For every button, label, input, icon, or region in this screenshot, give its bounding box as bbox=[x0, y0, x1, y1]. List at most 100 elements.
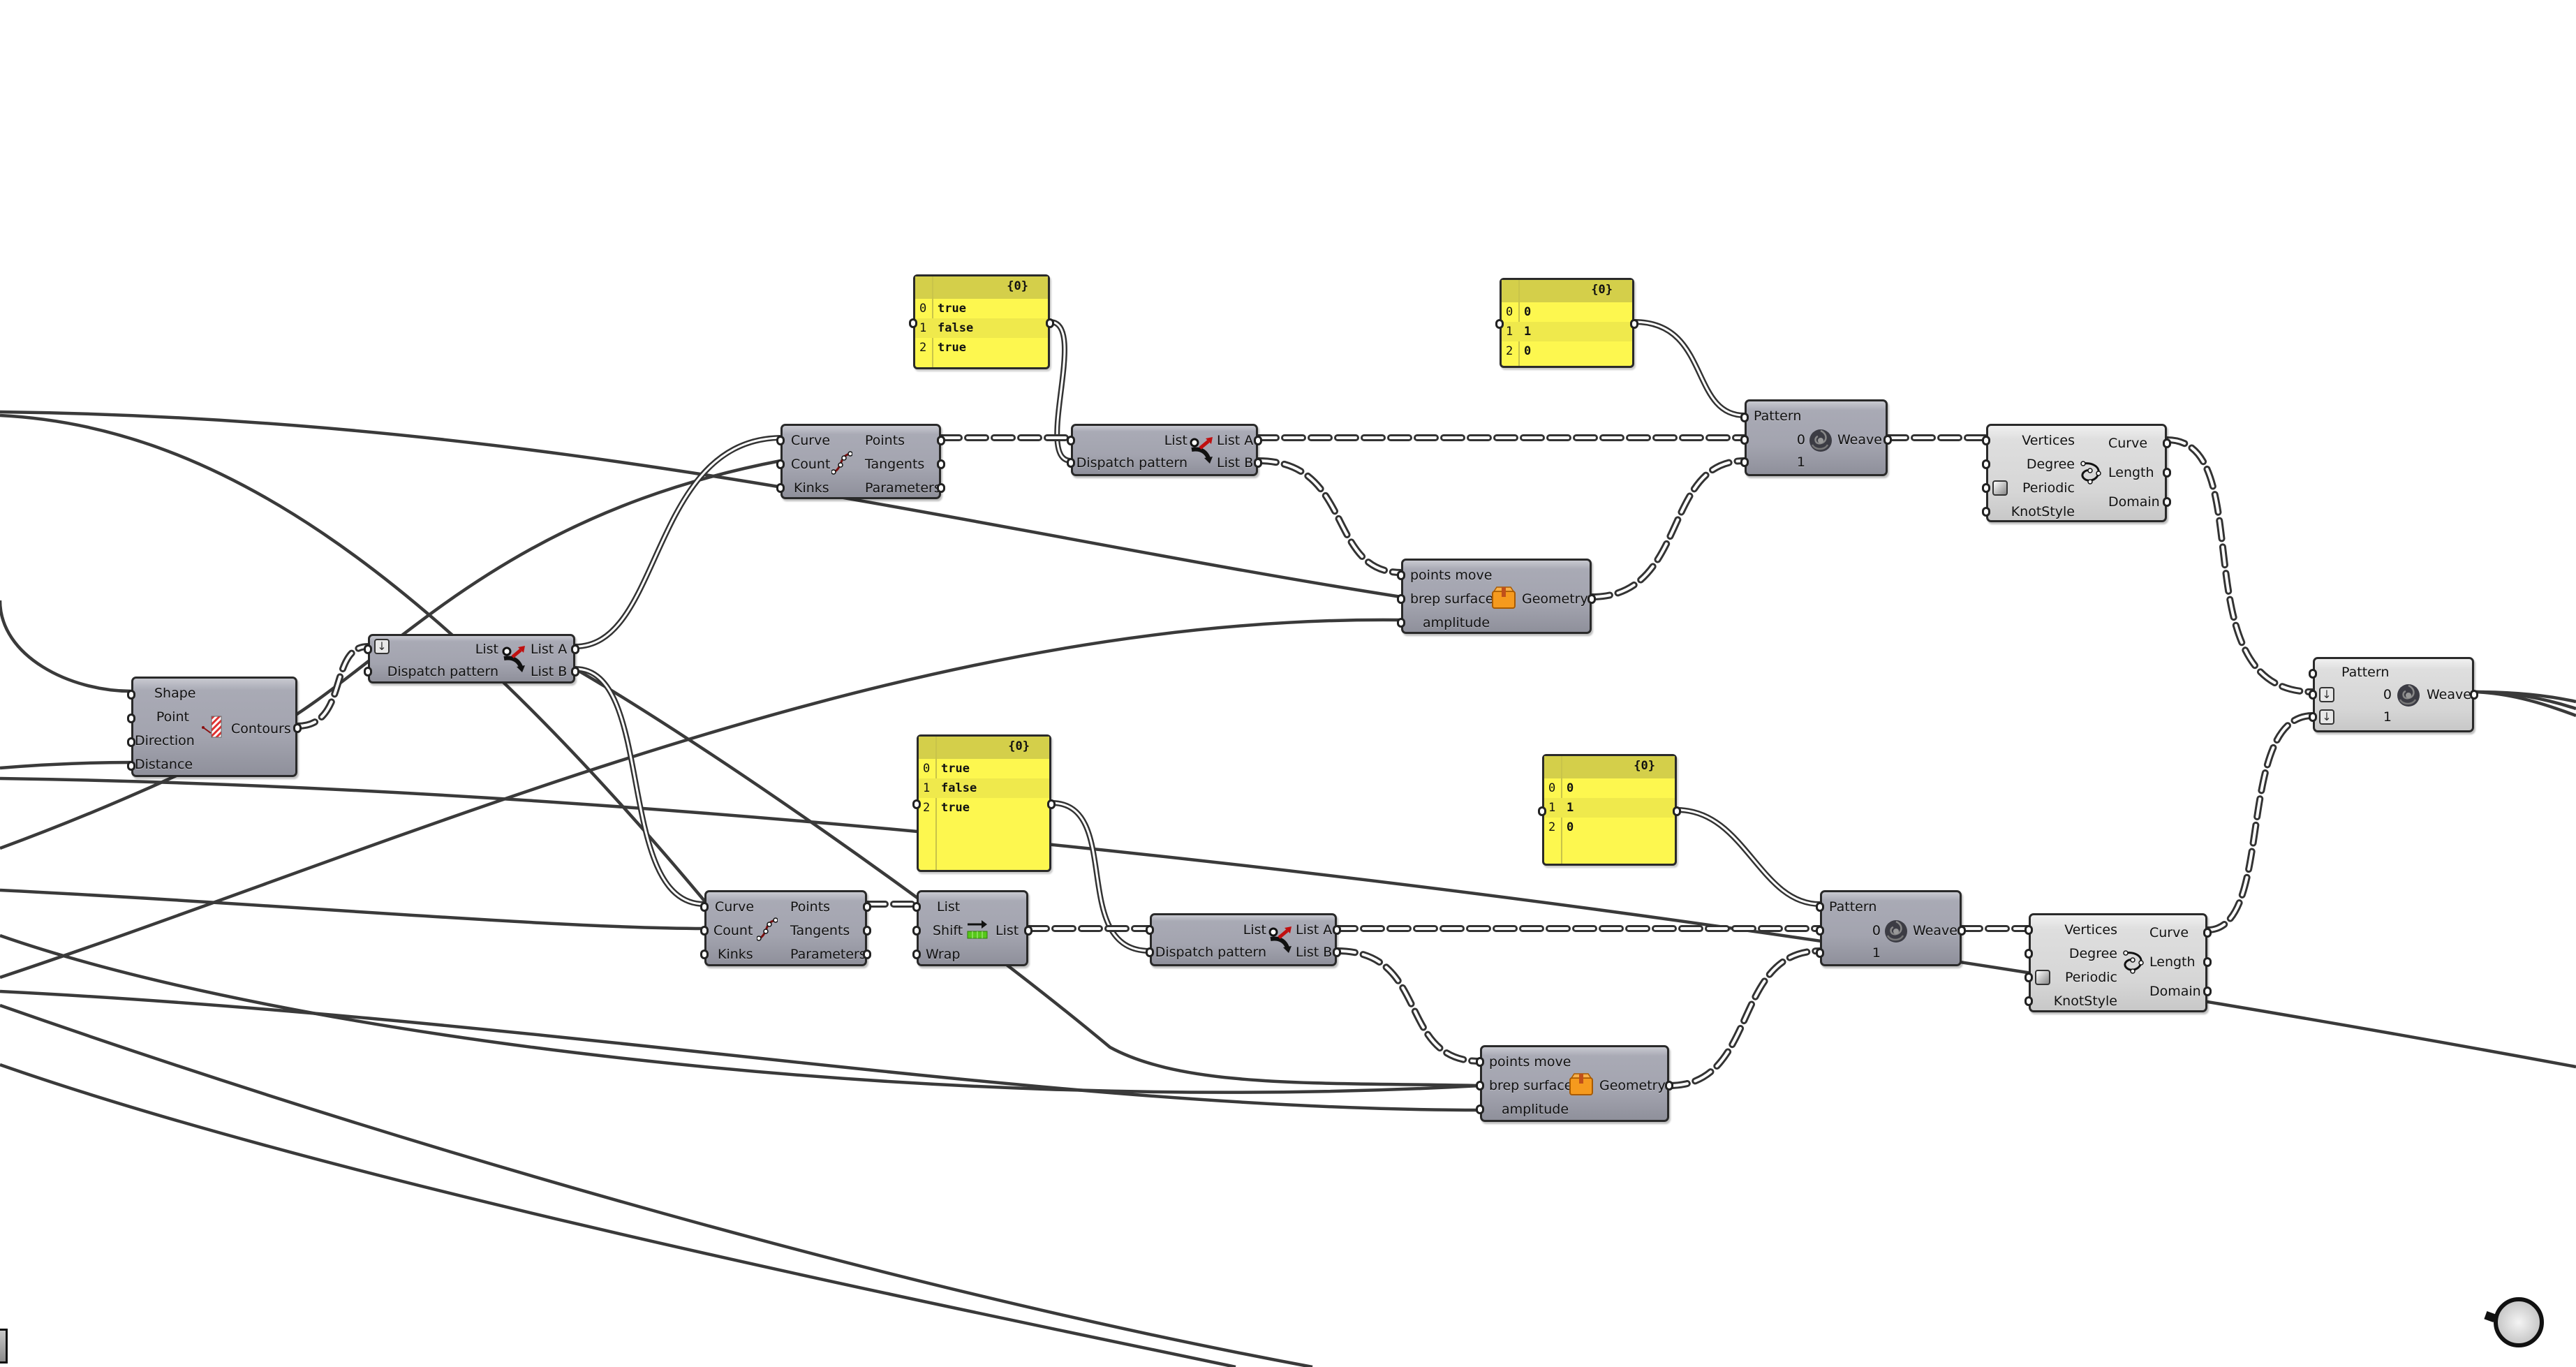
domain-output-port[interactable] bbox=[2203, 987, 2212, 996]
boolean-pattern-panel[interactable]: {0} 0 true 1 false 2 true bbox=[909, 274, 1054, 369]
periodic-input-port[interactable] bbox=[1982, 483, 1990, 493]
panel-output-port[interactable] bbox=[1673, 806, 1681, 816]
curve-output-port[interactable] bbox=[2203, 928, 2212, 938]
pattern-input-port[interactable] bbox=[1067, 458, 1075, 468]
divide-curve-component[interactable]: Curve Count Kinks Points Tangents Parame… bbox=[700, 890, 871, 966]
knotstyle-input-port[interactable] bbox=[2024, 996, 2033, 1006]
parameters-output-port[interactable] bbox=[937, 483, 945, 493]
integer-pattern-panel[interactable]: {0} 00 11 20 bbox=[1538, 754, 1681, 866]
count-input-port[interactable] bbox=[700, 926, 709, 936]
periodic-input-port[interactable] bbox=[2024, 973, 2033, 982]
kinks-input-port[interactable] bbox=[776, 483, 785, 493]
pattern-input-port[interactable] bbox=[364, 667, 372, 677]
panel-input-port[interactable] bbox=[1538, 806, 1546, 816]
points-move-input-port[interactable] bbox=[1476, 1057, 1484, 1067]
grasshopper-canvas[interactable]: Shape Point Direction Distance Contours … bbox=[0, 0, 2576, 1367]
stream-0-input-port[interactable] bbox=[2309, 690, 2317, 700]
dispatch-component[interactable]: List Dispatch pattern List A List B bbox=[1146, 913, 1341, 966]
weave-component[interactable]: Pattern 0 1 Weave bbox=[1740, 399, 1892, 476]
stream-0-input-port[interactable] bbox=[1816, 926, 1824, 936]
pattern-input-port[interactable] bbox=[1816, 902, 1824, 912]
points-move-input-port[interactable] bbox=[1397, 570, 1405, 580]
domain-output-port[interactable] bbox=[2163, 497, 2171, 507]
list-b-output-port[interactable] bbox=[1333, 947, 1341, 957]
boolean-pattern-panel[interactable]: {0} 0 true 1 false 2 true bbox=[912, 734, 1056, 872]
stream-1-input-port[interactable] bbox=[1740, 457, 1749, 467]
panel-output-port[interactable] bbox=[1630, 319, 1638, 329]
knotstyle-input-port[interactable] bbox=[1982, 507, 1990, 517]
list-input-port[interactable] bbox=[1067, 436, 1075, 445]
geometry-output-port[interactable] bbox=[1587, 594, 1596, 604]
input-label: 0 bbox=[1872, 923, 1881, 938]
pattern-input-port[interactable] bbox=[1146, 947, 1154, 957]
list-input-port[interactable] bbox=[364, 644, 372, 654]
curve-input-port[interactable] bbox=[776, 436, 785, 445]
weave-component[interactable]: Pattern 0 1 Weave bbox=[1816, 890, 1966, 966]
list-b-output-port[interactable] bbox=[571, 667, 579, 677]
stream-1-input-port[interactable] bbox=[1816, 948, 1824, 958]
points-output-port[interactable] bbox=[863, 902, 871, 912]
kinks-input-port[interactable] bbox=[700, 949, 709, 959]
canvas-edge-widget[interactable] bbox=[0, 1329, 8, 1364]
panel-input-port[interactable] bbox=[909, 318, 917, 328]
input-label: Count bbox=[791, 457, 831, 472]
vertices-input-port[interactable] bbox=[1982, 436, 1990, 445]
interpolate-curve-component[interactable]: Vertices Degree Periodic KnotStyle Curve… bbox=[2024, 913, 2212, 1012]
weave-final-component[interactable]: Pattern ↓ ↓ 0 1 Weave bbox=[2309, 657, 2478, 732]
contours-output-port[interactable] bbox=[293, 723, 302, 733]
points-move-cluster[interactable]: points move brep surface amplitude Geome… bbox=[1476, 1045, 1673, 1122]
length-output-port[interactable] bbox=[2203, 957, 2212, 967]
amplitude-input-port[interactable] bbox=[1476, 1104, 1484, 1114]
weave-output-port[interactable] bbox=[2470, 690, 2478, 700]
curve-input-port[interactable] bbox=[700, 902, 709, 912]
degree-input-port[interactable] bbox=[2024, 949, 2033, 959]
geometry-output-port[interactable] bbox=[1665, 1081, 1673, 1091]
degree-input-port[interactable] bbox=[1982, 459, 1990, 469]
pattern-input-port[interactable] bbox=[1740, 413, 1749, 422]
panel-input-port[interactable] bbox=[1495, 319, 1504, 329]
weave-output-port[interactable] bbox=[1883, 435, 1892, 445]
contours-component[interactable]: Shape Point Direction Distance Contours bbox=[127, 677, 302, 777]
list-input-port[interactable] bbox=[1146, 925, 1154, 935]
count-input-port[interactable] bbox=[776, 459, 785, 469]
navigation-compass-icon[interactable] bbox=[2494, 1297, 2544, 1347]
shift-input-port[interactable] bbox=[912, 926, 921, 936]
points-move-cluster[interactable]: points move brep surface amplitude Geome… bbox=[1397, 559, 1596, 634]
shift-list-component[interactable]: List Shift Wrap List bbox=[912, 890, 1032, 966]
list-a-output-port[interactable] bbox=[571, 644, 579, 654]
curve-output-port[interactable] bbox=[2163, 438, 2171, 448]
wrap-input-port[interactable] bbox=[912, 949, 921, 959]
integer-pattern-panel[interactable]: {0} 00 11 20 bbox=[1495, 278, 1638, 368]
stream-0-input-port[interactable] bbox=[1740, 435, 1749, 445]
input-label: Kinks bbox=[718, 947, 753, 962]
dispatch-component[interactable]: List Dispatch pattern List A List B bbox=[1067, 424, 1262, 476]
list-a-output-port[interactable] bbox=[1254, 436, 1262, 445]
tangents-output-port[interactable] bbox=[937, 459, 945, 469]
panel-output-port[interactable] bbox=[1046, 318, 1054, 328]
brep-surface-input-port[interactable] bbox=[1476, 1081, 1484, 1091]
panel-output-port[interactable] bbox=[1047, 799, 1056, 809]
input-label: 0 bbox=[1796, 432, 1805, 448]
dispatch-component[interactable]: ↓ List Dispatch pattern List A List B bbox=[364, 634, 579, 684]
panel-input-port[interactable] bbox=[912, 799, 921, 809]
list-a-output-port[interactable] bbox=[1333, 925, 1341, 935]
points-output-port[interactable] bbox=[937, 436, 945, 445]
tangents-output-port[interactable] bbox=[863, 926, 871, 936]
list-b-output-port[interactable] bbox=[1254, 458, 1262, 468]
divide-curve-component[interactable]: Curve Count Kinks Points Tangents Parame… bbox=[776, 424, 945, 499]
parameters-output-port[interactable] bbox=[863, 949, 871, 959]
brep-surface-input-port[interactable] bbox=[1397, 594, 1405, 604]
vertices-input-port[interactable] bbox=[2024, 925, 2033, 935]
shape-input-port[interactable] bbox=[127, 690, 135, 700]
length-output-port[interactable] bbox=[2163, 468, 2171, 478]
amplitude-input-port[interactable] bbox=[1397, 618, 1405, 628]
weave-output-port[interactable] bbox=[1957, 926, 1966, 936]
stream-1-input-port[interactable] bbox=[2309, 712, 2317, 722]
interpolate-curve-component[interactable]: Vertices Degree Periodic KnotStyle Curve… bbox=[1982, 424, 2171, 522]
point-input-port[interactable] bbox=[127, 714, 135, 723]
list-output-port[interactable] bbox=[1024, 926, 1032, 936]
list-input-port[interactable] bbox=[912, 902, 921, 912]
pattern-input-port[interactable] bbox=[2309, 669, 2317, 679]
panel-row: 0 true bbox=[919, 302, 966, 316]
input-label: Curve bbox=[715, 899, 755, 915]
